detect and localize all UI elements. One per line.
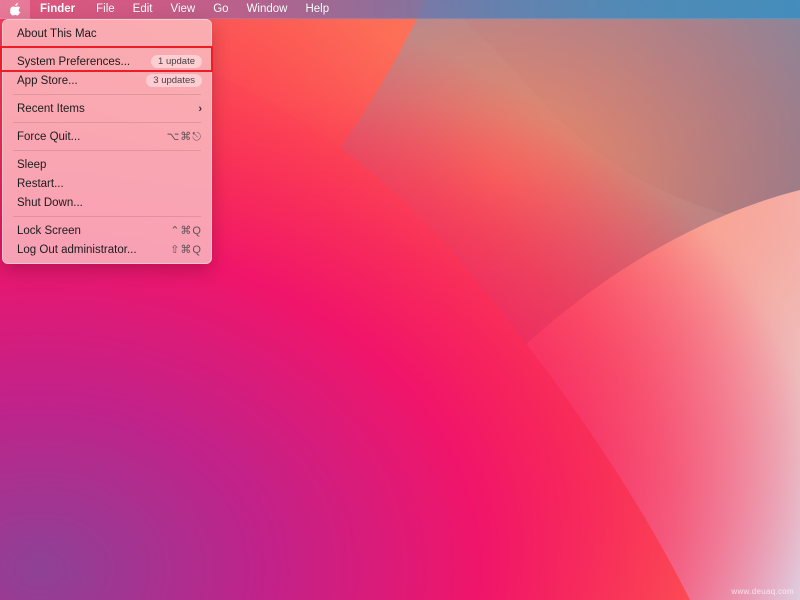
- menu-item-label: Log Out administrator...: [17, 243, 137, 256]
- app-store-update-badge: 3 updates: [146, 74, 202, 87]
- menu-item-shortcut: ⇧⌘Q: [170, 244, 202, 256]
- menu-separator: [13, 216, 201, 217]
- menubar-item-window[interactable]: Window: [238, 0, 297, 19]
- menu-item-shortcut: ⌥⌘⎋: [166, 130, 202, 143]
- menubar-item-file[interactable]: File: [87, 0, 124, 19]
- menubar-item-help[interactable]: Help: [296, 0, 338, 19]
- menu-item-label: Restart...: [17, 177, 64, 190]
- menu-item-shortcut: ⌃⌘Q: [170, 225, 202, 237]
- menu-separator: [13, 94, 201, 95]
- menu-item-label: Lock Screen: [17, 224, 81, 237]
- menubar-item-view[interactable]: View: [162, 0, 205, 19]
- menu-item-label: Shut Down...: [17, 196, 83, 209]
- chevron-right-icon: ›: [198, 102, 202, 115]
- menu-item-label: Recent Items: [17, 102, 85, 115]
- menu-item-label: About This Mac: [17, 27, 97, 40]
- menu-item-lock-screen[interactable]: Lock Screen ⌃⌘Q: [3, 221, 211, 240]
- menu-item-restart[interactable]: Restart...: [3, 174, 211, 193]
- menu-item-shut-down[interactable]: Shut Down...: [3, 193, 211, 212]
- apple-menu-button[interactable]: [0, 0, 30, 19]
- menubar-item-edit[interactable]: Edit: [124, 0, 162, 19]
- apple-logo-icon: [9, 2, 21, 16]
- menu-separator: [13, 47, 201, 48]
- menu-item-about-this-mac[interactable]: About This Mac: [3, 24, 211, 43]
- menu-item-app-store[interactable]: App Store... 3 updates: [3, 71, 211, 90]
- menubar-item-go[interactable]: Go: [204, 0, 237, 19]
- menu-item-system-preferences[interactable]: System Preferences... 1 update: [3, 52, 211, 71]
- menu-separator: [13, 122, 201, 123]
- menu-item-label: Sleep: [17, 158, 47, 171]
- menu-item-recent-items[interactable]: Recent Items ›: [3, 99, 211, 118]
- apple-dropdown-menu: About This Mac System Preferences... 1 u…: [2, 19, 212, 264]
- system-preferences-update-badge: 1 update: [151, 55, 202, 68]
- menu-separator: [13, 150, 201, 151]
- menubar-item-finder[interactable]: Finder: [30, 0, 87, 19]
- menu-item-log-out[interactable]: Log Out administrator... ⇧⌘Q: [3, 240, 211, 259]
- menu-bar: Finder File Edit View Go Window Help: [0, 0, 800, 19]
- menu-item-force-quit[interactable]: Force Quit... ⌥⌘⎋: [3, 127, 211, 146]
- menu-item-label: App Store...: [17, 74, 78, 87]
- menu-item-label: Force Quit...: [17, 130, 81, 143]
- watermark: www.deuaq.com: [731, 587, 794, 596]
- menu-item-label: System Preferences...: [17, 55, 131, 68]
- menu-item-sleep[interactable]: Sleep: [3, 155, 211, 174]
